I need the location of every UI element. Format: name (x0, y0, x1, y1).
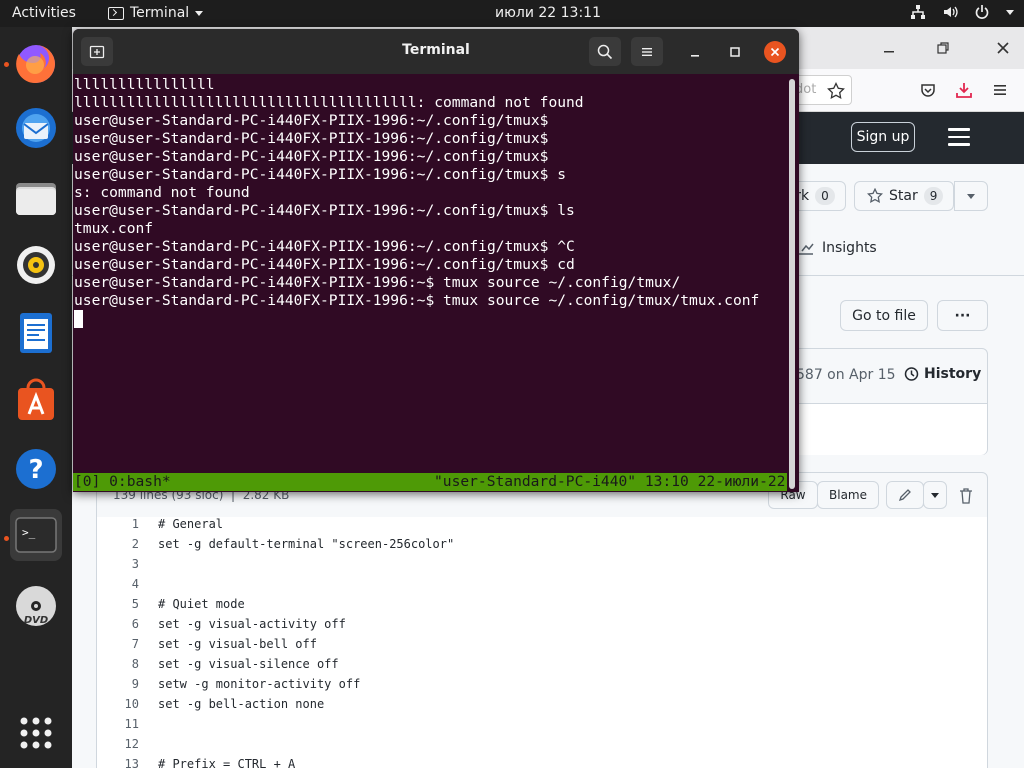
help-icon: ? (16, 449, 56, 489)
clock[interactable]: июли 22 13:11 (0, 5, 1024, 21)
close-button[interactable] (764, 41, 786, 63)
terminal-line: user@user-Standard-PC-i440FX-PIIX-1996:~… (74, 256, 575, 273)
edit-dropdown-button[interactable] (923, 481, 947, 509)
sign-up-button[interactable]: Sign up (851, 122, 915, 152)
graph-icon (799, 243, 814, 255)
dock-firefox[interactable] (10, 37, 62, 89)
libreoffice-writer-icon (20, 313, 52, 353)
maximize-icon (730, 47, 740, 57)
terminal-line: user@user-Standard-PC-i440FX-PIIX-1996:~… (74, 112, 549, 129)
menu-button[interactable] (631, 37, 663, 66)
text-cursor (74, 310, 83, 328)
tmux-status-bar: [0] 0:bash* "user-Standard-PC-i440" 13:1… (73, 473, 787, 491)
hamburger-menu-icon[interactable] (948, 128, 970, 146)
terminal-icon: >_ (15, 517, 57, 553)
minimize-icon[interactable] (882, 41, 896, 55)
system-tray[interactable] (910, 4, 1014, 20)
terminal-line: user@user-Standard-PC-i440FX-PIIX-1996:~… (74, 238, 575, 255)
app-menu-icon[interactable] (992, 82, 1008, 98)
dvd-icon: DVD (16, 586, 56, 626)
terminal-line: user@user-Standard-PC-i440FX-PIIX-1996:~… (74, 292, 760, 309)
contributors-row (773, 403, 987, 455)
terminal-line: user@user-Standard-PC-i440FX-PIIX-1996:~… (74, 202, 575, 219)
terminal-line: tmux.conf (74, 220, 154, 237)
dock-terminal[interactable]: >_ (10, 509, 62, 561)
top-bar: Activities Terminal июли 22 13:11 (0, 0, 1024, 27)
more-options-button[interactable]: ··· (937, 300, 988, 331)
terminal-line: user@user-Standard-PC-i440FX-PIIX-1996:~… (74, 148, 549, 165)
thunderbird-icon (16, 108, 56, 148)
network-icon (911, 5, 925, 19)
caret-down-icon (967, 193, 975, 199)
close-icon (770, 47, 780, 57)
hamburger-icon (642, 47, 652, 56)
dock-rhythmbox[interactable] (10, 239, 62, 291)
firefox-icon (16, 45, 55, 84)
download-icon[interactable] (955, 81, 973, 99)
caret-down-icon (931, 492, 939, 498)
trash-icon[interactable] (959, 488, 973, 504)
dock: ? >_ DVD (0, 27, 72, 768)
terminal-line: user@user-Standard-PC-i440FX-PIIX-1996:~… (74, 166, 567, 183)
commit-box: 587 on Apr 15 History (772, 348, 988, 455)
terminal-line: llllllllllllllll (74, 76, 215, 93)
terminal-glyph: >_ (22, 526, 36, 539)
dock-dvd[interactable]: DVD (10, 580, 62, 632)
close-icon[interactable] (996, 41, 1010, 55)
dock-help[interactable]: ? (10, 443, 62, 495)
dock-files[interactable] (10, 172, 62, 224)
dock-thunderbird[interactable] (10, 102, 62, 154)
insights-tab[interactable]: Insights (798, 240, 877, 256)
insights-label: Insights (822, 240, 877, 256)
dock-ubuntu-software[interactable] (10, 375, 62, 427)
bookmark-star-icon[interactable] (827, 82, 845, 100)
minimize-icon (691, 55, 699, 57)
blame-button[interactable]: Blame (817, 481, 879, 509)
dvd-label: DVD (24, 615, 48, 626)
history-icon (904, 367, 919, 381)
edit-button[interactable] (886, 481, 924, 509)
commit-info: 587 on Apr 15 (796, 367, 896, 383)
terminal-window[interactable]: Terminal llllllllllllllll llllllllllllll… (73, 29, 799, 492)
terminal-titlebar[interactable]: Terminal (73, 29, 799, 74)
star-count: 9 (923, 187, 944, 205)
pocket-icon[interactable] (920, 82, 936, 98)
minimize-button[interactable] (684, 41, 706, 63)
terminal-line: s: command not found (74, 184, 250, 201)
help-glyph: ? (28, 455, 43, 485)
pencil-icon (898, 489, 911, 502)
search-button[interactable] (589, 37, 621, 66)
code-view: 1 # General 2 set -g default-terminal "scr… (96, 517, 988, 768)
show-applications-icon (20, 717, 52, 749)
terminal-line: user@user-Standard-PC-i440FX-PIIX-1996:~… (74, 274, 681, 291)
power-icon (975, 5, 989, 19)
terminal-line: user@user-Standard-PC-i440FX-PIIX-1996:~… (74, 130, 549, 147)
terminal-screen[interactable]: llllllllllllllll lllllllllllllllllllllll… (73, 75, 787, 492)
star-dropdown-button[interactable] (954, 181, 988, 211)
star-button[interactable]: Star 9 (854, 181, 954, 211)
star-label: Star (889, 188, 918, 204)
volume-icon (944, 6, 958, 18)
maximize-button[interactable] (724, 41, 746, 63)
tray-chevron-down-icon (1006, 9, 1014, 15)
ubuntu-software-icon (18, 378, 54, 420)
history-link[interactable]: History (903, 366, 981, 382)
rhythmbox-icon (17, 246, 55, 284)
fork-count: 0 (815, 187, 835, 205)
tmux-window-list: [0] 0:bash* (74, 473, 171, 490)
terminal-line: lllllllllllllllllllllllllllllllllllllll:… (74, 94, 584, 111)
running-indicator (4, 62, 9, 67)
history-label: History (924, 366, 982, 382)
tmux-status-right: "user-Standard-PC-i440" 13:10 22-июли-22 (434, 473, 786, 490)
go-to-file-button[interactable]: Go to file (840, 300, 928, 331)
star-icon (867, 188, 883, 204)
restore-icon[interactable] (936, 41, 950, 55)
files-icon (16, 183, 56, 215)
search-icon (597, 44, 613, 59)
running-indicator (4, 536, 9, 541)
terminal-scrollbar[interactable] (789, 79, 795, 489)
dock-show-applications[interactable] (10, 707, 62, 759)
dock-libreoffice-writer[interactable] (10, 307, 62, 359)
